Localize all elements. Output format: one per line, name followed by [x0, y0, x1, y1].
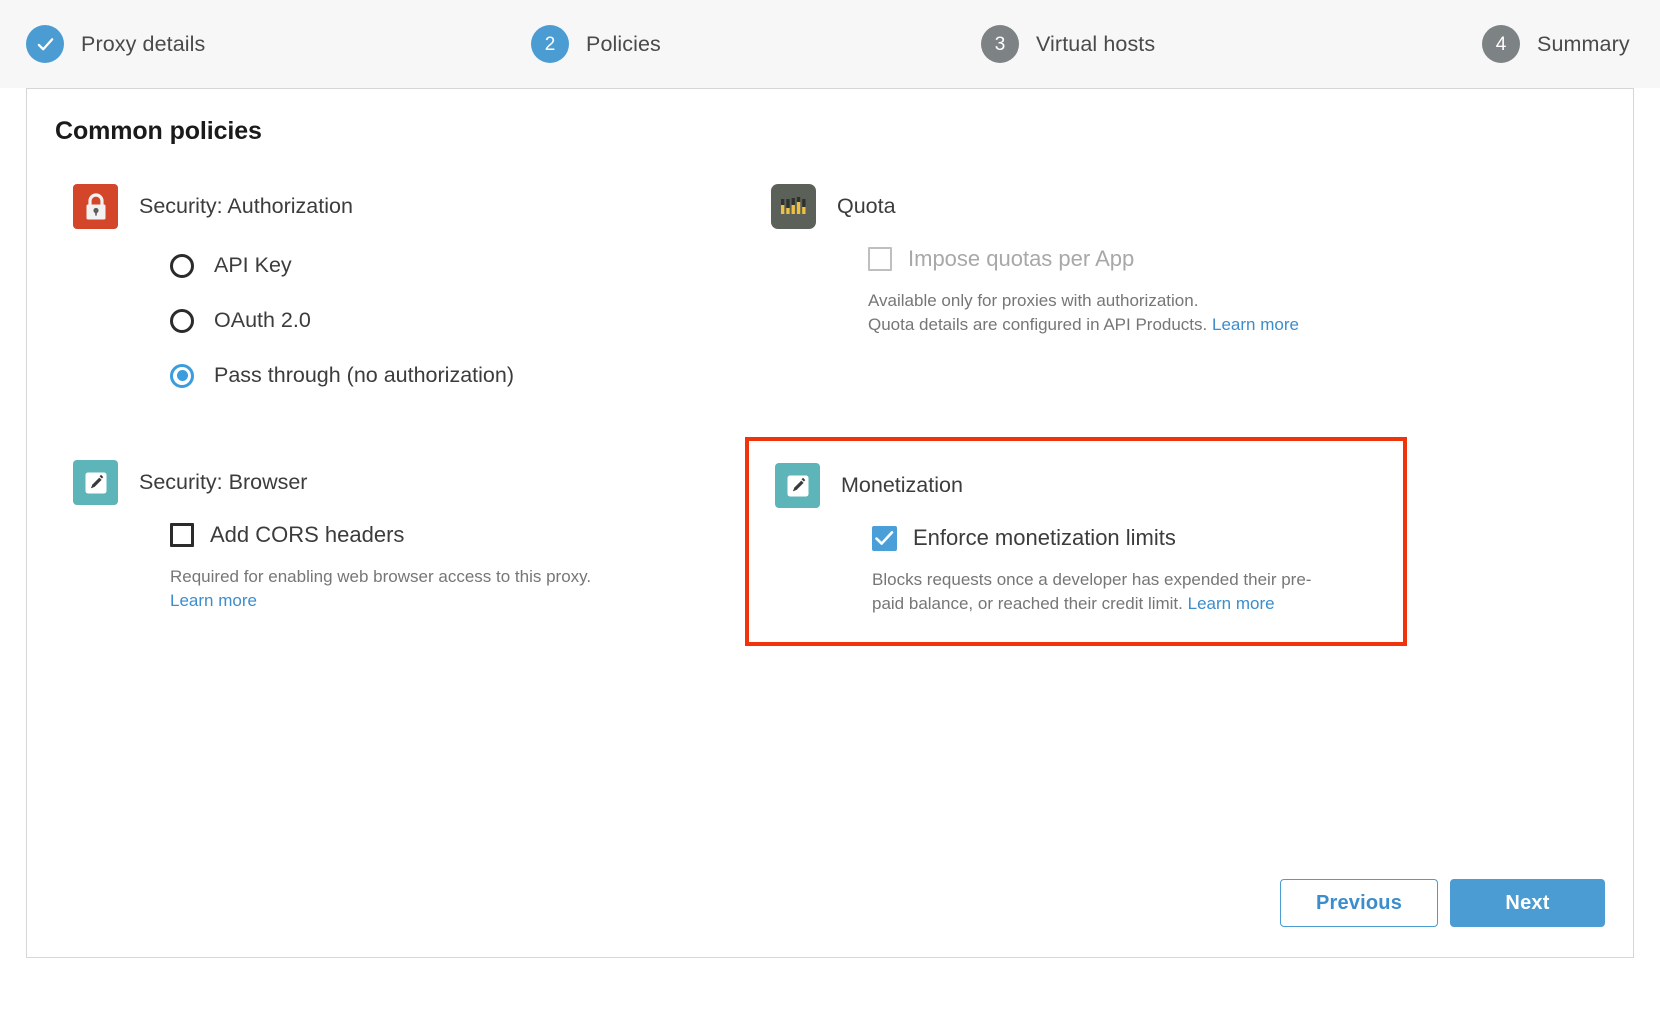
- radio-option-pass-through[interactable]: Pass through (no authorization): [170, 348, 713, 403]
- pencil-icon-glyph: [783, 471, 813, 501]
- radio-option-api-key[interactable]: API Key: [170, 238, 713, 293]
- lock-icon: [73, 184, 118, 229]
- checkbox-impose-quotas[interactable]: [868, 247, 892, 271]
- radio-option-oauth[interactable]: OAuth 2.0: [170, 293, 713, 348]
- checkbox-label: Impose quotas per App: [908, 246, 1134, 272]
- checkbox-enforce-monetization-limits[interactable]: [872, 526, 897, 551]
- radio-label: Pass through (no authorization): [214, 363, 514, 388]
- wizard-step-bar: Proxy details 2 Policies 3 Virtual hosts…: [0, 0, 1660, 88]
- quota-helper-line-2: Quota details are configured in API Prod…: [868, 315, 1207, 334]
- pencil-icon: [73, 460, 118, 505]
- policy-title: Security: Authorization: [139, 184, 353, 229]
- browser-options: Add CORS headers Required for enabling w…: [73, 514, 713, 613]
- checkbox-row-enforce-monetization-limits[interactable]: Enforce monetization limits: [872, 517, 1377, 559]
- monetization-options: Enforce monetization limits Blocks reque…: [775, 517, 1377, 616]
- quota-helper-line-1: Available only for proxies with authoriz…: [868, 291, 1198, 310]
- policy-title: Quota: [837, 184, 896, 229]
- monetization-helper-line-1: Blocks requests once a developer has exp…: [872, 570, 1311, 589]
- step-badge-completed: [26, 25, 64, 63]
- monetization-helper-line-2: paid balance, or reached their credit li…: [872, 594, 1183, 613]
- radio-button-selected[interactable]: [170, 364, 194, 388]
- step-badge-3: 3: [981, 25, 1019, 63]
- quota-helper-text: Available only for proxies with authoriz…: [868, 289, 1411, 337]
- previous-button[interactable]: Previous: [1280, 879, 1438, 927]
- page-title: Common policies: [55, 117, 262, 146]
- policy-header: Monetization: [775, 463, 1377, 508]
- wizard-step-proxy-details[interactable]: Proxy details: [26, 25, 205, 63]
- wizard-footer: Previous Next: [1280, 879, 1605, 927]
- policy-header: Quota: [771, 184, 1411, 229]
- pencil-icon: [775, 463, 820, 508]
- checkbox-row-add-cors-headers[interactable]: Add CORS headers: [170, 514, 713, 556]
- quota-options: Impose quotas per App Available only for…: [771, 238, 1411, 337]
- common-policies-card: Common policies Security: Authorization …: [26, 88, 1634, 958]
- radio-button[interactable]: [170, 254, 194, 278]
- radio-label: OAuth 2.0: [214, 308, 311, 333]
- monetization-learn-more-link[interactable]: Learn more: [1188, 594, 1275, 613]
- radio-label: API Key: [214, 253, 292, 278]
- wizard-step-label: Summary: [1537, 32, 1630, 57]
- next-button[interactable]: Next: [1450, 879, 1605, 927]
- check-icon: [875, 530, 894, 547]
- pencil-icon-glyph: [81, 468, 111, 498]
- checkbox-label: Enforce monetization limits: [913, 525, 1176, 551]
- policy-security-browser: Security: Browser Add CORS headers Requi…: [73, 460, 713, 613]
- wizard-step-summary[interactable]: 4 Summary: [1482, 25, 1630, 63]
- browser-helper-line-1: Required for enabling web browser access…: [170, 567, 591, 586]
- wizard-step-label: Proxy details: [81, 32, 205, 57]
- monetization-helper-text: Blocks requests once a developer has exp…: [872, 568, 1377, 616]
- policy-quota: Quota Impose quotas per App Available on…: [771, 184, 1411, 337]
- policy-title: Security: Browser: [139, 460, 307, 505]
- policy-header: Security: Authorization: [73, 184, 713, 229]
- checkbox-label: Add CORS headers: [210, 522, 404, 548]
- policy-security-authorization: Security: Authorization API Key OAuth 2.…: [73, 184, 713, 403]
- quota-learn-more-link[interactable]: Learn more: [1212, 315, 1299, 334]
- radio-button[interactable]: [170, 309, 194, 333]
- policy-monetization-highlighted: Monetization Enforce monetization limits…: [745, 437, 1407, 646]
- wizard-step-label: Policies: [586, 32, 661, 57]
- step-badge-4: 4: [1482, 25, 1520, 63]
- wizard-step-label: Virtual hosts: [1036, 32, 1155, 57]
- lock-icon-glyph: [81, 191, 111, 223]
- highlight-outline: Monetization Enforce monetization limits…: [745, 437, 1407, 646]
- quota-bars-icon-glyph: [779, 195, 809, 219]
- checkbox-row-impose-quotas[interactable]: Impose quotas per App: [868, 238, 1411, 280]
- check-icon: [36, 35, 55, 54]
- quota-bars-icon: [771, 184, 816, 229]
- authorization-radio-group: API Key OAuth 2.0 Pass through (no autho…: [73, 238, 713, 403]
- checkbox-add-cors-headers[interactable]: [170, 523, 194, 547]
- browser-helper-text: Required for enabling web browser access…: [170, 565, 713, 613]
- step-badge-2: 2: [531, 25, 569, 63]
- wizard-step-virtual-hosts[interactable]: 3 Virtual hosts: [981, 25, 1155, 63]
- policy-header: Security: Browser: [73, 460, 713, 505]
- wizard-step-policies[interactable]: 2 Policies: [531, 25, 661, 63]
- browser-learn-more-link[interactable]: Learn more: [170, 591, 257, 610]
- policy-title: Monetization: [841, 463, 963, 508]
